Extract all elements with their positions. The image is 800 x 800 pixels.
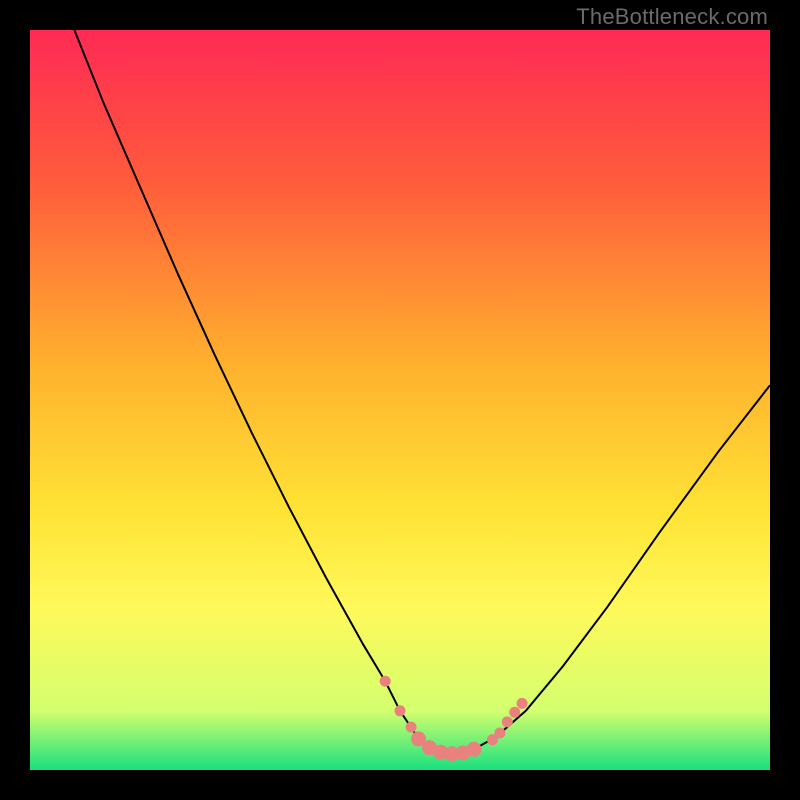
marker-dot xyxy=(494,728,505,739)
marker-dot xyxy=(467,742,482,757)
chart-svg xyxy=(30,30,770,770)
marker-dot xyxy=(502,716,513,727)
chart-plot-area xyxy=(30,30,770,770)
marker-dot xyxy=(517,698,528,709)
marker-dot xyxy=(395,705,406,716)
outer-frame: TheBottleneck.com xyxy=(0,0,800,800)
marker-dot xyxy=(406,722,417,733)
watermark-text: TheBottleneck.com xyxy=(576,4,768,30)
marker-dot xyxy=(380,676,391,687)
gradient-background xyxy=(30,30,770,770)
marker-dot xyxy=(509,707,520,718)
